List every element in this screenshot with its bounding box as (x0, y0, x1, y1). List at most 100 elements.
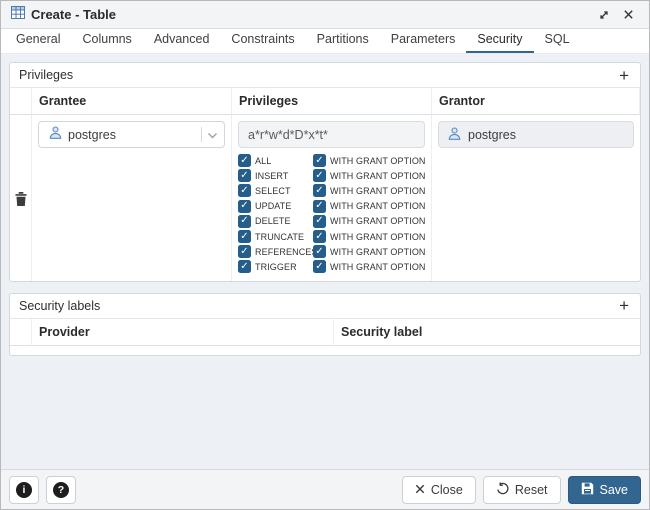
select-divider (201, 127, 202, 142)
privilege-row: REFERENCES WITH GRANT OPTION (238, 244, 425, 259)
close-icon[interactable] (619, 6, 637, 24)
tab-partitions[interactable]: Partitions (306, 29, 380, 53)
grant-option-checkbox[interactable] (313, 215, 326, 228)
user-icon (447, 127, 462, 143)
tab-security[interactable]: Security (466, 29, 533, 53)
grantee-value: postgres (68, 128, 196, 142)
privilege-row: SELECT WITH GRANT OPTION (238, 183, 425, 198)
dialog-footer: i ? Close Reset (1, 469, 649, 509)
tab-label: Parameters (391, 32, 456, 46)
privilege-checkbox-list: ALL WITH GRANT OPTION INSERT WITH GRANT … (238, 153, 425, 275)
dialog-titlebar: Create - Table (1, 1, 649, 29)
tab-constraints[interactable]: Constraints (220, 29, 305, 53)
security-labels-section-header: Security labels + (10, 294, 640, 319)
grant-option-checkbox[interactable] (313, 169, 326, 182)
expand-icon[interactable] (595, 6, 613, 24)
grantee-select[interactable]: postgres (38, 121, 225, 148)
dialog-title: Create - Table (31, 7, 116, 22)
privileges-table-header-grantor: Grantor (432, 88, 640, 115)
tab-label: SQL (545, 32, 570, 46)
table-icon (11, 6, 25, 24)
grant-option-label: WITH GRANT OPTION (330, 262, 426, 272)
save-icon (581, 482, 594, 498)
delete-row-icon[interactable] (15, 126, 27, 275)
security-labels-header-provider: Provider (32, 319, 334, 346)
grant-option-label: WITH GRANT OPTION (330, 156, 426, 166)
close-button[interactable]: Close (402, 476, 476, 504)
privilege-checkbox[interactable] (238, 154, 251, 167)
reset-button-label: Reset (515, 483, 548, 497)
privileges-section-header: Privileges + (10, 63, 640, 88)
add-privilege-button[interactable]: + (617, 67, 631, 84)
privilege-label: REFERENCES (255, 247, 313, 257)
privileges-input[interactable] (238, 121, 425, 148)
privilege-checkbox[interactable] (238, 215, 251, 228)
close-button-label: Close (431, 483, 463, 497)
grant-option-label: WITH GRANT OPTION (330, 201, 426, 211)
privilege-checkbox[interactable] (238, 169, 251, 182)
privilege-checkbox[interactable] (238, 230, 251, 243)
grantor-cell: postgres (432, 115, 640, 281)
privilege-label: UPDATE (255, 201, 313, 211)
reset-icon (496, 482, 509, 498)
privilege-checkbox[interactable] (238, 184, 251, 197)
reset-button[interactable]: Reset (483, 476, 561, 504)
grantee-cell: postgres (32, 115, 232, 281)
info-icon: i (16, 482, 32, 498)
privilege-label: ALL (255, 156, 313, 166)
privilege-row: ALL WITH GRANT OPTION (238, 153, 425, 168)
security-labels-section: Security labels + Provider Security labe… (9, 293, 641, 356)
security-labels-section-title: Security labels (19, 299, 100, 313)
help-icon: ? (53, 482, 69, 498)
save-button[interactable]: Save (568, 476, 642, 504)
tab-label: General (16, 32, 60, 46)
privileges-table: Grantee Privileges Grantor (10, 88, 640, 281)
privilege-row: INSERT WITH GRANT OPTION (238, 168, 425, 183)
grantor-field: postgres (438, 121, 634, 148)
privileges-section-title: Privileges (19, 68, 73, 82)
privilege-checkbox[interactable] (238, 245, 251, 258)
tab-bar: General Columns Advanced Constraints Partiti… (1, 29, 649, 54)
privilege-row: TRUNCATE WITH GRANT OPTION (238, 229, 425, 244)
privilege-row: UPDATE WITH GRANT OPTION (238, 199, 425, 214)
privilege-label: TRUNCATE (255, 232, 313, 242)
help-button[interactable]: ? (46, 476, 76, 504)
grant-option-checkbox[interactable] (313, 154, 326, 167)
save-button-label: Save (600, 483, 629, 497)
tab-advanced[interactable]: Advanced (143, 29, 221, 53)
grant-option-checkbox[interactable] (313, 184, 326, 197)
close-x-icon (415, 483, 425, 497)
create-table-dialog: Create - Table General Columns Advanced Con… (0, 0, 650, 510)
tab-sql[interactable]: SQL (534, 29, 581, 53)
grant-option-checkbox[interactable] (313, 245, 326, 258)
tab-label: Constraints (231, 32, 294, 46)
privilege-checkbox[interactable] (238, 260, 251, 273)
tab-parameters[interactable]: Parameters (380, 29, 467, 53)
security-labels-header-actions (10, 319, 32, 346)
privilege-label: SELECT (255, 186, 313, 196)
privilege-checkbox[interactable] (238, 200, 251, 213)
grant-option-checkbox[interactable] (313, 230, 326, 243)
tab-label: Security (477, 32, 522, 46)
privilege-row: DELETE WITH GRANT OPTION (238, 214, 425, 229)
tab-label: Columns (82, 32, 131, 46)
security-tab-panel: Privileges + Grantee Privileges Grantor (1, 54, 649, 469)
grant-option-checkbox[interactable] (313, 260, 326, 273)
user-icon (48, 126, 63, 144)
security-labels-header-label: Security label (334, 319, 640, 346)
grant-option-label: WITH GRANT OPTION (330, 186, 426, 196)
chevron-down-icon (207, 126, 218, 144)
privilege-row-actions-cell (10, 115, 32, 281)
grant-option-checkbox[interactable] (313, 200, 326, 213)
privilege-row: TRIGGER WITH GRANT OPTION (238, 259, 425, 274)
add-security-label-button[interactable]: + (617, 297, 631, 314)
tab-general[interactable]: General (5, 29, 71, 53)
privileges-table-header-grantee: Grantee (32, 88, 232, 115)
privilege-label: DELETE (255, 216, 313, 226)
grant-option-label: WITH GRANT OPTION (330, 216, 426, 226)
tab-columns[interactable]: Columns (71, 29, 142, 53)
info-button[interactable]: i (9, 476, 39, 504)
privileges-cell: ALL WITH GRANT OPTION INSERT WITH GRANT … (232, 115, 432, 281)
security-labels-empty-row (10, 346, 640, 355)
privileges-section: Privileges + Grantee Privileges Grantor (9, 62, 641, 282)
